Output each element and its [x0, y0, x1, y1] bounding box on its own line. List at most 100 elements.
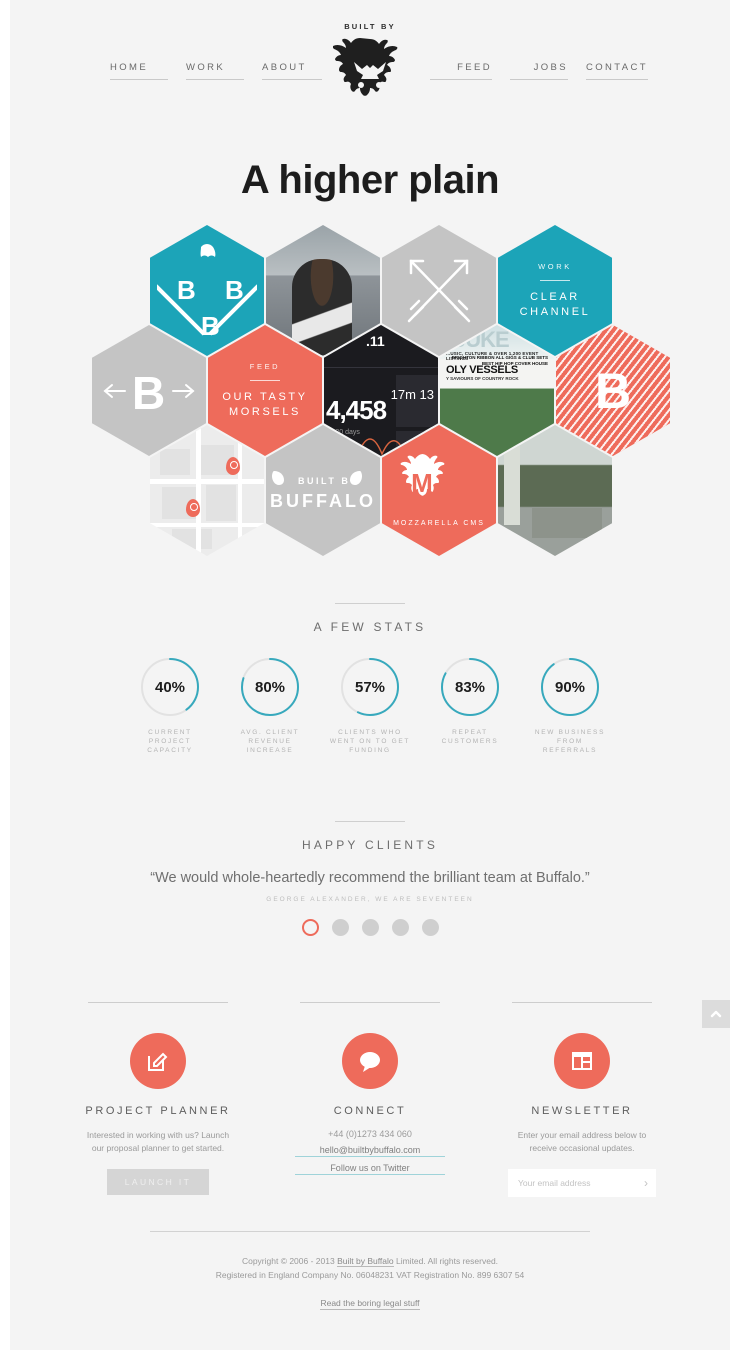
twitter-link[interactable]: Follow us on Twitter: [295, 1163, 445, 1175]
stat-item: 83% REPEAT CUSTOMERS: [429, 656, 511, 755]
svg-text:M: M: [411, 468, 433, 498]
buffalo-wordmark: BUILT BY BUFFALO: [270, 469, 376, 512]
hex-text-block: FEED OUR TASTY MORSELS: [208, 362, 322, 420]
footer-column-newsletter: NEWSLETTER Enter your email address belo…: [507, 1002, 657, 1197]
stat-item: 80% AVG. CLIENT REVENUE INCREASE: [229, 656, 311, 755]
stat-value: 80%: [254, 678, 286, 696]
stat-ring: 57%: [339, 656, 401, 718]
copyright-post: Limited. All rights reserved.: [393, 1256, 499, 1266]
connect-button[interactable]: [342, 1033, 398, 1089]
column-divider: [512, 1002, 652, 1003]
logo-built-by-text: BUILT BY: [344, 22, 396, 31]
nav-left: HOME WORK ABOUT: [110, 62, 340, 80]
copyright-line-1: Copyright © 2006 - 2013 Built by Buffalo…: [10, 1254, 730, 1268]
newsletter-button[interactable]: [554, 1033, 610, 1089]
launch-it-button[interactable]: LAUNCH IT: [106, 1169, 210, 1195]
nav-item-home[interactable]: HOME: [110, 62, 168, 80]
legal-link-text: Read the boring legal stuff: [320, 1298, 420, 1310]
chevron-right-icon[interactable]: ›: [644, 1176, 648, 1190]
footer-column-text: Enter your email address below to receiv…: [517, 1130, 647, 1153]
hex-title: CLEAR CHANNEL: [519, 290, 591, 318]
pencil-square-icon: [148, 1052, 168, 1071]
copyright-pre: Copyright © 2006 - 2013: [241, 1256, 338, 1266]
newsletter-email-input[interactable]: [508, 1169, 656, 1197]
testimonial-dot-3[interactable]: [361, 919, 379, 936]
stat-value: 57%: [354, 678, 386, 696]
nav-item-contact[interactable]: CONTACT: [586, 62, 649, 80]
footer-divider: [150, 1231, 590, 1232]
column-divider: [88, 1002, 228, 1003]
hexagon-grid: B B B WORK CLEAR CHANNEL B FEED OUR TAST…: [10, 225, 730, 565]
newsletter-form: ›: [508, 1169, 656, 1197]
moz-label: MOZZARELLA CMS: [393, 520, 485, 527]
stat-caption: AVG. CLIENT REVENUE INCREASE: [240, 729, 300, 754]
footer-column-connect: CONNECT +44 (0)1273 434 060 hello@builtb…: [295, 1002, 445, 1197]
stat-item: 57% CLIENTS WHO WENT ON TO GET FUNDING: [329, 656, 411, 755]
stat-value: 90%: [554, 678, 586, 696]
column-divider: [300, 1002, 440, 1003]
svg-text:B: B: [225, 275, 244, 305]
layout-panels-icon: [572, 1052, 592, 1070]
dashboard-secondary-number: 17m 13: [390, 387, 434, 402]
speech-bubble-icon: [360, 1052, 380, 1072]
svg-text:B: B: [201, 311, 220, 341]
footer-column-title: NEWSLETTER: [531, 1105, 633, 1117]
testimonial-quote: “We would whole-heartedly recommend the …: [150, 870, 590, 886]
buffalo-horns-icon: BUILT BY: [272, 471, 362, 486]
testimonials-section: HAPPY CLIENTS “We would whole-heartedly …: [10, 821, 730, 936]
section-divider: [335, 603, 405, 604]
poster-subline: Y SAVIOURS OF COUNTRY ROCK: [446, 376, 519, 381]
testimonial-dot-2[interactable]: [331, 919, 349, 936]
hex-kicker: WORK: [538, 261, 572, 271]
section-divider: [335, 821, 405, 822]
svg-text:B: B: [132, 367, 165, 419]
map-pin-primary[interactable]: [226, 457, 240, 475]
buffalo-wordmark-text: BUFFALO: [270, 491, 376, 511]
stats-row: 40% CURRENT PROJECT CAPACITY 80% AVG. CL…: [10, 656, 730, 755]
copyright-line-2: Registered in England Company No. 060482…: [215, 1270, 525, 1280]
project-planner-button[interactable]: [130, 1033, 186, 1089]
svg-text:BUILT BY: BUILT BY: [298, 476, 359, 486]
legal-link[interactable]: Read the boring legal stuff: [10, 1298, 730, 1310]
nav-item-feed[interactable]: FEED: [430, 62, 492, 80]
dashboard-top-number: .11: [366, 333, 385, 349]
footer-column-project-planner: PROJECT PLANNER Interested in working wi…: [83, 1002, 233, 1197]
scroll-to-top-button[interactable]: [702, 1000, 730, 1028]
svg-text:B: B: [177, 275, 196, 305]
stat-ring: 80%: [239, 656, 301, 718]
testimonial-dot-1[interactable]: [301, 919, 319, 936]
nav-item-work[interactable]: WORK: [186, 62, 244, 80]
map-pin-secondary[interactable]: [186, 499, 200, 517]
copyright-company-link[interactable]: Built by Buffalo: [337, 1256, 394, 1267]
stat-ring: 90%: [539, 656, 601, 718]
crossed-arrows-icon: [407, 259, 471, 322]
stat-item: 40% CURRENT PROJECT CAPACITY: [129, 656, 211, 755]
moz-block: M MOZZARELLA CMS: [393, 452, 485, 529]
testimonial-dot-4[interactable]: [391, 919, 409, 936]
stat-ring: 40%: [139, 656, 201, 718]
stat-caption: CLIENTS WHO WENT ON TO GET FUNDING: [329, 729, 411, 754]
site-logo[interactable]: BUILT BY: [322, 22, 418, 111]
stats-section: A FEW STATS 40% CURRENT PROJECT CAPACITY: [10, 603, 730, 755]
stat-value: 83%: [454, 678, 486, 696]
mozzarella-buffalo-m-icon: M: [400, 454, 445, 498]
b-monogram-icon: B: [594, 362, 632, 419]
stat-value: 40%: [154, 678, 186, 696]
contact-phone: +44 (0)1273 434 060: [328, 1129, 412, 1139]
nav-item-about[interactable]: ABOUT: [262, 62, 322, 80]
buffalo-head-icon: [333, 38, 398, 101]
contact-email-link[interactable]: hello@builtbybuffalo.com: [295, 1145, 445, 1157]
hex-divider: [250, 379, 280, 381]
footer-columns: PROJECT PLANNER Interested in working wi…: [10, 1002, 730, 1197]
footer-column-title: PROJECT PLANNER: [85, 1105, 231, 1117]
testimonial-dot-5[interactable]: [421, 919, 439, 936]
page-root: HOME WORK ABOUT FEED JOBS CONTACT BUILT …: [10, 0, 730, 1350]
b-with-arrows-icon: B: [103, 367, 195, 419]
page-title: A higher plain: [240, 158, 500, 202]
stat-caption: CURRENT PROJECT CAPACITY: [147, 729, 193, 754]
stat-item: 90% NEW BUSINESS FROM REFERRALS: [529, 656, 611, 755]
nav-item-jobs[interactable]: JOBS: [510, 62, 568, 80]
hex-title: OUR TASTY MORSELS: [222, 390, 308, 418]
testimonial-author: GEORGE ALEXANDER, WE ARE SEVENTEEN: [266, 896, 474, 903]
testimonials-title: HAPPY CLIENTS: [301, 838, 439, 852]
